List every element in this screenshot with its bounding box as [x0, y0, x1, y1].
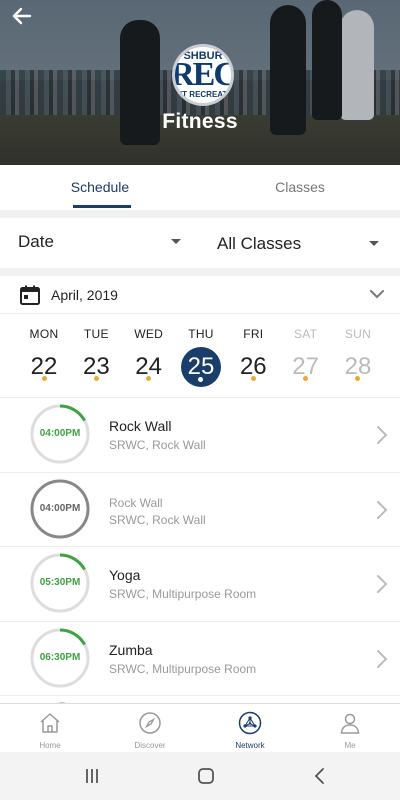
arrow-left-icon: [12, 7, 32, 25]
chevron-right-icon: [377, 500, 388, 519]
page-title: Fitness: [162, 110, 238, 133]
tab-label: Schedule: [70, 179, 130, 195]
day-of-week: FRI: [243, 327, 264, 341]
date-filter-dropdown[interactable]: Date: [18, 232, 183, 252]
compass-icon: [139, 712, 161, 734]
nav-label: Me: [344, 741, 356, 750]
day-cell[interactable]: SUN 28: [334, 320, 382, 396]
time-ring: 05:30PM: [30, 553, 90, 613]
nav-label: Home: [39, 741, 61, 750]
day-cell-selected[interactable]: THU 25: [177, 320, 225, 396]
class-location: SRWC, Rock Wall: [109, 438, 206, 452]
month-label: April, 2019: [51, 287, 118, 303]
class-name: Yoga: [109, 567, 141, 583]
chevron-right-icon: [377, 426, 388, 444]
tab-bar: Schedule Classes: [0, 165, 400, 210]
time-ring: 04:00PM: [30, 404, 90, 464]
nav-home[interactable]: Home: [0, 704, 100, 752]
class-time: 06:30PM: [39, 651, 81, 663]
nav-label: Discover: [134, 741, 166, 750]
logo-top-text: SHBUR: [183, 50, 223, 62]
nav-network[interactable]: Network: [200, 704, 300, 752]
class-list: 04:00PM Rock Wall SRWC, Rock Wall 04:00P…: [0, 397, 400, 703]
header-banner: SHBUR REC NT RECREATI Fitness: [0, 0, 400, 165]
day-of-week: SAT: [293, 327, 318, 341]
caret-down-icon: [171, 239, 181, 244]
divider: [0, 268, 400, 276]
class-time: 04:00PM: [39, 428, 81, 439]
time-ring: 06:30PM: [30, 628, 90, 688]
home-button-icon[interactable]: [196, 766, 216, 786]
day-cell[interactable]: FRI 26: [229, 320, 277, 396]
divider: [0, 210, 400, 218]
day-cell[interactable]: MON 22: [20, 320, 68, 396]
calendar-icon: [20, 285, 40, 305]
event-dot: [93, 376, 99, 381]
day-of-week: TUE: [83, 327, 109, 341]
class-name: Zumba: [109, 641, 153, 658]
day-of-week: SUN: [344, 327, 372, 341]
day-number: 22: [30, 353, 58, 380]
home-icon: [40, 713, 60, 733]
day-cell[interactable]: SAT 27: [282, 320, 330, 396]
event-dot: [250, 376, 256, 381]
logo-bottom-text: NT RECREATI: [176, 90, 230, 99]
chevron-right-icon: [377, 649, 388, 668]
chevron-right-icon: [377, 575, 388, 593]
nav-label: Network: [235, 741, 265, 750]
system-navigation-bar: [0, 752, 400, 800]
network-icon: [238, 711, 262, 735]
week-strip: MON 22 TUE 23 WED 24 THU 25 FRI 26 SAT 2…: [20, 320, 382, 396]
day-of-week: THU: [188, 327, 214, 341]
day-of-week: MON: [29, 327, 59, 341]
day-number: 28: [344, 353, 372, 380]
tab-schedule[interactable]: Schedule: [0, 165, 200, 210]
back-nav-icon[interactable]: [310, 766, 330, 786]
active-tab-indicator: [73, 205, 131, 208]
class-location: SRWC, Rock Wall: [109, 512, 206, 527]
event-dot: [41, 376, 47, 381]
bottom-navigation: Home Discover Network Me: [0, 703, 400, 752]
class-row[interactable]: 04:00PM Rock Wall SRWC, Rock Wall: [0, 398, 400, 473]
class-filter-label: All Classes: [217, 234, 302, 253]
filter-bar: Date All Classes: [0, 218, 400, 268]
tab-classes[interactable]: Classes: [200, 165, 400, 210]
class-name: Rock Wall: [109, 495, 163, 510]
class-row-partial[interactable]: [0, 696, 400, 703]
class-time: 05:30PM: [39, 577, 81, 588]
day-cell[interactable]: WED 24: [125, 320, 173, 396]
back-button[interactable]: [8, 4, 38, 28]
rec-logo: SHBUR REC NT RECREATI: [172, 44, 234, 106]
class-location: SRWC, Multipurpose Room: [109, 587, 257, 601]
recent-apps-icon[interactable]: [82, 766, 102, 786]
day-cell[interactable]: TUE 23: [72, 320, 120, 396]
tab-label: Classes: [275, 179, 325, 195]
calendar-header: April, 2019: [0, 276, 400, 314]
day-number: 27: [292, 353, 319, 380]
nav-discover[interactable]: Discover: [100, 704, 200, 752]
nav-me[interactable]: Me: [300, 704, 400, 752]
class-name: Rock Wall: [109, 418, 172, 434]
date-filter-label: Date: [18, 232, 54, 251]
person-icon: [340, 713, 360, 734]
class-time: 04:00PM: [39, 502, 81, 514]
chevron-down-icon[interactable]: [368, 285, 386, 303]
class-row[interactable]: 04:00PM Rock Wall SRWC, Rock Wall: [0, 473, 400, 547]
time-ring: 04:00PM: [30, 479, 90, 539]
day-of-week: WED: [134, 327, 164, 341]
class-row[interactable]: 06:30PM Zumba SRWC, Multipurpose Room: [0, 622, 400, 696]
caret-down-icon: [369, 241, 379, 246]
class-row[interactable]: 05:30PM Yoga SRWC, Multipurpose Room: [0, 547, 400, 622]
day-number: 26: [239, 353, 267, 380]
class-filter-dropdown[interactable]: All Classes: [217, 234, 382, 254]
day-number: 23: [82, 353, 110, 380]
class-location: SRWC, Multipurpose Room: [109, 661, 257, 676]
day-number: 24: [135, 353, 162, 380]
